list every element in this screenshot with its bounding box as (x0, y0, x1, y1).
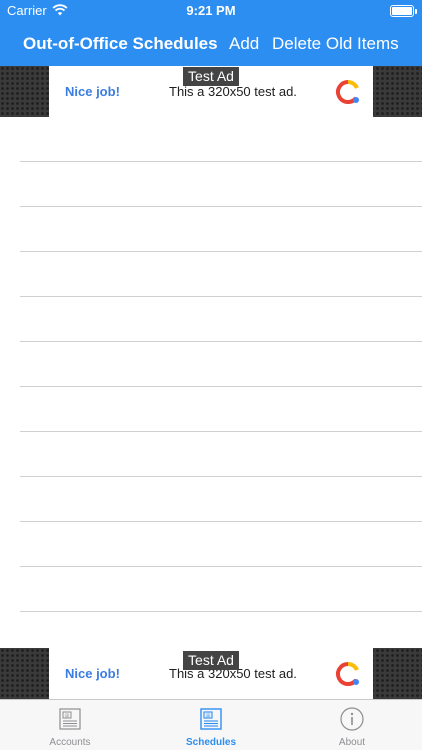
delete-old-items-button[interactable]: Delete Old Items (272, 34, 399, 54)
tab-accounts[interactable]: @ Accounts (0, 700, 140, 750)
tab-label: About (338, 737, 366, 748)
battery-icon (390, 5, 417, 17)
schedules-icon: @ (200, 708, 222, 730)
clock: 9:21 PM (186, 3, 236, 18)
ad-logo-icon (336, 662, 359, 686)
table-row[interactable] (20, 342, 422, 387)
table-row[interactable] (20, 117, 422, 162)
table-row[interactable] (20, 252, 422, 297)
table-row[interactable] (20, 387, 422, 432)
tab-label: Accounts (49, 737, 91, 748)
tab-label: Schedules (185, 737, 237, 748)
info-icon (340, 707, 364, 731)
schedules-list[interactable] (0, 117, 422, 648)
table-row[interactable] (20, 432, 422, 477)
svg-text:@: @ (65, 713, 70, 719)
table-row[interactable] (20, 297, 422, 342)
ad-description: This a 320x50 test ad. (169, 84, 297, 99)
add-button[interactable]: Add (229, 34, 259, 54)
test-ad-badge: Test Ad (183, 651, 239, 670)
navigation-bar: Out-of-Office Schedules Add Delete Old I… (0, 22, 422, 66)
table-row[interactable] (20, 162, 422, 207)
ad-headline: Nice job! (65, 84, 120, 99)
table-row[interactable] (20, 477, 422, 522)
table-row[interactable] (20, 522, 422, 567)
status-bar: Carrier 9:21 PM (0, 0, 422, 22)
ad-logo-icon (336, 80, 359, 104)
tab-schedules[interactable]: @ Schedules (141, 700, 281, 750)
tab-about[interactable]: About (282, 700, 422, 750)
tab-bar: @ Accounts @ Schedules About (0, 699, 422, 750)
test-ad-badge: Test Ad (183, 67, 239, 86)
table-row[interactable] (20, 207, 422, 252)
table-row[interactable] (20, 567, 422, 612)
svg-text:@: @ (206, 713, 211, 719)
ad-headline: Nice job! (65, 666, 120, 681)
page-title: Out-of-Office Schedules (23, 34, 218, 53)
accounts-icon: @ (59, 708, 81, 730)
